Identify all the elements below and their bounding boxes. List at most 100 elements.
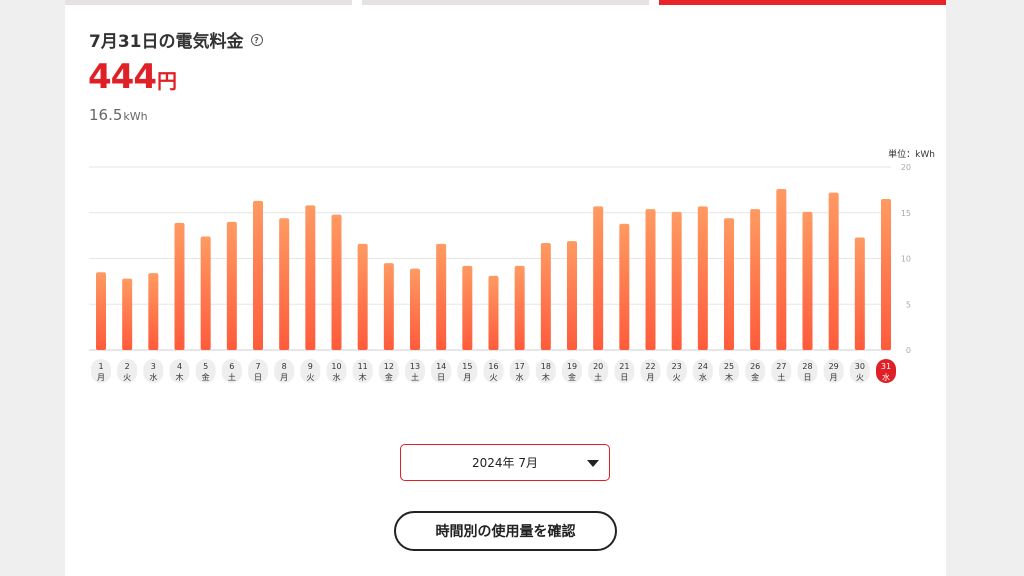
weekday-label: 月 (280, 373, 288, 382)
bar-day-11 (357, 243, 368, 350)
bar-day-15 (462, 265, 473, 350)
tab-indicator-active[interactable] (659, 0, 946, 5)
x-tick-label: 29 (829, 362, 839, 371)
bar-day-9 (305, 205, 316, 350)
month-select-value: 2024年 7月 (472, 456, 538, 470)
weekday-label: 金 (751, 372, 759, 382)
bar-day-23 (671, 211, 682, 350)
x-tick-label: 20 (593, 362, 603, 371)
x-tick-label: 14 (436, 362, 446, 371)
x-tick-label: 9 (308, 362, 313, 371)
x-tick-label: 11 (358, 362, 368, 371)
weekday-label: 金 (202, 372, 210, 382)
tab-indicator-2[interactable] (362, 0, 649, 5)
y-tick-label: 10 (901, 255, 911, 264)
x-tick-label: 4 (177, 362, 182, 371)
x-tick-label: 8 (282, 362, 287, 371)
bar-day-1 (96, 272, 106, 350)
x-tick-label: 31 (881, 362, 891, 371)
x-tick-label: 12 (384, 362, 394, 371)
y-tick-label: 0 (906, 346, 911, 355)
bar-day-30 (854, 237, 865, 350)
bar-day-17 (514, 265, 525, 350)
x-tick-label: 2 (125, 362, 130, 371)
usage-value: 16.5 (89, 106, 123, 124)
y-tick-label: 15 (901, 209, 911, 218)
help-icon[interactable]: ? (250, 34, 263, 46)
weekday-label: 木 (359, 372, 367, 382)
weekday-label: 木 (725, 372, 733, 382)
weekday-label: 月 (97, 373, 105, 382)
page-title-text: 7月31日の電気料金 (89, 32, 244, 52)
bar-day-22 (645, 209, 656, 350)
month-select[interactable]: 2024年 7月 (400, 444, 610, 481)
weekday-label: 火 (856, 373, 864, 382)
x-tick-label: 24 (698, 362, 708, 371)
weekday-label: 日 (620, 373, 628, 382)
bar-day-20 (593, 206, 604, 350)
weekday-label: 日 (254, 373, 262, 382)
bar-day-18 (540, 242, 551, 350)
weekday-label: 日 (437, 373, 445, 382)
page-title: 7月31日の電気料金 ? (89, 27, 263, 52)
bar-day-21 (619, 223, 630, 350)
x-tick-label: 21 (619, 362, 629, 371)
bar-day-10 (331, 214, 342, 350)
bar-day-16 (488, 275, 499, 350)
tab-indicator-1[interactable] (65, 0, 352, 5)
weekday-label: 火 (490, 373, 498, 382)
bar-day-7 (253, 200, 263, 350)
weekday-label: 日 (804, 373, 812, 382)
weekday-label: 水 (882, 372, 890, 382)
bar-day-12 (383, 263, 394, 350)
bar-day-4 (174, 222, 185, 350)
cost-value: 444 (88, 57, 157, 97)
weekday-label: 土 (777, 372, 785, 382)
y-tick-label: 5 (906, 300, 911, 309)
bar-day-14 (436, 243, 447, 350)
caret-down-icon (587, 460, 599, 467)
weekday-label: 水 (149, 372, 157, 382)
x-tick-label: 7 (255, 362, 260, 371)
usage-unit: kWh (123, 110, 148, 123)
weekday-label: 水 (699, 372, 707, 382)
x-tick-label: 16 (488, 362, 498, 371)
hourly-usage-button[interactable]: 時間別の使用量を確認 (394, 511, 617, 551)
weekday-label: 水 (333, 372, 341, 382)
x-tick-label: 3 (151, 362, 156, 371)
bar-day-3 (148, 273, 159, 350)
y-tick-label: 20 (901, 163, 911, 172)
x-tick-label: 26 (750, 362, 760, 371)
bar-day-24 (697, 206, 708, 350)
x-tick-label: 27 (776, 362, 786, 371)
x-tick-label: 6 (229, 362, 234, 371)
weekday-label: 火 (673, 373, 681, 382)
cost-unit: 円 (156, 69, 177, 93)
x-tick-label: 1 (98, 362, 103, 371)
bar-day-5 (200, 236, 211, 350)
bar-day-25 (724, 218, 734, 350)
weekday-label: 金 (568, 372, 576, 382)
weekday-label: 月 (647, 373, 655, 382)
bar-day-2 (122, 278, 133, 350)
x-tick-label: 23 (672, 362, 682, 371)
x-tick-label: 22 (645, 362, 655, 371)
weekday-label: 月 (463, 373, 471, 382)
weekday-label: 月 (830, 373, 838, 382)
daily-usage: 16.5 kWh (89, 106, 148, 124)
x-tick-label: 13 (410, 362, 420, 371)
weekday-label: 土 (228, 372, 236, 382)
bar-day-19 (567, 241, 577, 350)
bar-day-31 (881, 199, 891, 350)
bar-day-29 (828, 192, 839, 350)
x-tick-label: 19 (567, 362, 577, 371)
usage-card: 7月31日の電気料金 ? 444 円 16.5 kWh 単位：kWh 0 5 10 15… (65, 0, 946, 576)
x-tick-label: 18 (541, 362, 551, 371)
x-tick-label: 5 (203, 362, 208, 371)
x-tick-label: 17 (515, 362, 525, 371)
weekday-label: 火 (306, 373, 314, 382)
weekday-label: 水 (516, 372, 524, 382)
daily-usage-bar-chart: 単位：kWh051015201月2火3水4木5金6土7日8月9火10水11木12… (89, 148, 935, 383)
x-tick-label: 25 (724, 362, 734, 371)
unit-label: 単位：kWh (888, 148, 935, 160)
